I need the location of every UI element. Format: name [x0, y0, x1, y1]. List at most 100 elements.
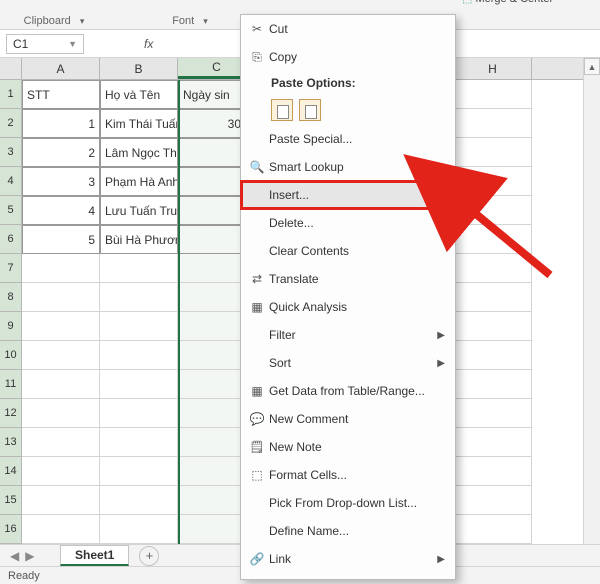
menu-label: Clear Contents — [269, 244, 349, 258]
row-header[interactable]: 5 — [0, 196, 22, 225]
col-header-B[interactable]: B — [100, 58, 178, 79]
add-sheet-button[interactable]: + — [139, 546, 159, 566]
paste-icon[interactable] — [271, 99, 293, 121]
tab-prev-icon[interactable]: ◀ — [10, 549, 19, 563]
row-header[interactable]: 13 — [0, 428, 22, 457]
paste-values-icon[interactable] — [299, 99, 321, 121]
cell[interactable] — [100, 515, 178, 544]
cell[interactable] — [454, 341, 532, 370]
cell[interactable] — [22, 312, 100, 341]
row-header[interactable]: 3 — [0, 138, 22, 167]
row-header[interactable]: 2 — [0, 109, 22, 138]
menu-quick-analysis[interactable]: ▦ Quick Analysis — [241, 293, 455, 321]
cell[interactable] — [22, 254, 100, 283]
menu-smart-lookup[interactable]: 🔍 Smart Lookup — [241, 153, 455, 181]
merge-center-button[interactable]: ⬚ Merge & Center — [462, 0, 553, 5]
tab-nav[interactable]: ◀ ▶ — [0, 549, 60, 563]
chevron-right-icon: ▶ — [437, 358, 445, 369]
cell[interactable] — [22, 341, 100, 370]
name-box[interactable]: C1 ▼ — [6, 34, 84, 54]
cell-B4[interactable]: Phạm Hà Anh — [100, 167, 178, 196]
menu-cut[interactable]: ✂ Cut — [241, 15, 455, 43]
cell-A4[interactable]: 3 — [22, 167, 100, 196]
cell[interactable] — [454, 225, 532, 254]
row-header[interactable]: 4 — [0, 167, 22, 196]
cell-A1[interactable]: STT — [22, 80, 100, 109]
cell[interactable] — [454, 515, 532, 544]
cell[interactable] — [100, 370, 178, 399]
menu-new-comment[interactable]: 💬 New Comment — [241, 405, 455, 433]
cell[interactable] — [22, 370, 100, 399]
cell[interactable] — [454, 457, 532, 486]
cell-A6[interactable]: 5 — [22, 225, 100, 254]
cell[interactable] — [100, 399, 178, 428]
row-header[interactable]: 7 — [0, 254, 22, 283]
cell[interactable] — [100, 283, 178, 312]
col-header-H[interactable]: H — [454, 58, 532, 79]
menu-clear-contents[interactable]: Clear Contents — [241, 237, 455, 265]
cell[interactable] — [100, 428, 178, 457]
menu-pick-dropdown[interactable]: Pick From Drop-down List... — [241, 489, 455, 517]
cell[interactable] — [22, 486, 100, 515]
cell[interactable] — [454, 428, 532, 457]
cell[interactable] — [454, 283, 532, 312]
cell[interactable] — [454, 399, 532, 428]
vertical-scrollbar[interactable]: ▲ — [583, 58, 600, 544]
select-all-corner[interactable] — [0, 58, 22, 79]
cell-B2[interactable]: Kim Thái Tuấn — [100, 109, 178, 138]
row-header[interactable]: 15 — [0, 486, 22, 515]
row-header[interactable]: 12 — [0, 399, 22, 428]
analysis-icon: ▦ — [245, 300, 269, 314]
row-header[interactable]: 16 — [0, 515, 22, 544]
row-header[interactable]: 8 — [0, 283, 22, 312]
cell[interactable] — [100, 254, 178, 283]
cell[interactable] — [454, 138, 532, 167]
menu-sort[interactable]: Sort ▶ — [241, 349, 455, 377]
cell-B6[interactable]: Bùi Hà Phương — [100, 225, 178, 254]
cell-A3[interactable]: 2 — [22, 138, 100, 167]
row-header[interactable]: 10 — [0, 341, 22, 370]
cell[interactable] — [22, 283, 100, 312]
cell[interactable] — [100, 486, 178, 515]
menu-filter[interactable]: Filter ▶ — [241, 321, 455, 349]
cell-A2[interactable]: 1 — [22, 109, 100, 138]
row-header[interactable]: 1 — [0, 80, 22, 109]
cell[interactable] — [454, 80, 532, 109]
cell[interactable] — [454, 254, 532, 283]
scroll-up-button[interactable]: ▲ — [584, 58, 600, 75]
cell[interactable] — [454, 109, 532, 138]
cell-B1[interactable]: Họ và Tên — [100, 80, 178, 109]
cell-B3[interactable]: Lâm Ngọc Thy — [100, 138, 178, 167]
menu-insert[interactable]: Insert... — [241, 181, 471, 209]
cell[interactable] — [100, 312, 178, 341]
cell[interactable] — [100, 457, 178, 486]
menu-link[interactable]: 🔗 Link ▶ — [241, 545, 455, 573]
menu-define-name[interactable]: Define Name... — [241, 517, 455, 545]
row-header[interactable]: 9 — [0, 312, 22, 341]
menu-format-cells[interactable]: ⬚ Format Cells... — [241, 461, 455, 489]
col-header-A[interactable]: A — [22, 58, 100, 79]
fx-label[interactable]: fx — [144, 37, 153, 51]
menu-paste-special[interactable]: Paste Special... — [241, 125, 455, 153]
cell-A5[interactable]: 4 — [22, 196, 100, 225]
menu-delete[interactable]: Delete... — [241, 209, 455, 237]
cell[interactable] — [22, 399, 100, 428]
cell[interactable] — [22, 515, 100, 544]
row-header[interactable]: 6 — [0, 225, 22, 254]
cell[interactable] — [454, 486, 532, 515]
cell-B5[interactable]: Lưu Tuấn Trung — [100, 196, 178, 225]
row-header[interactable]: 11 — [0, 370, 22, 399]
menu-copy[interactable]: ⎘ Copy — [241, 43, 455, 71]
menu-new-note[interactable]: 🗒 New Note — [241, 433, 455, 461]
group-font: Font ▾ — [150, 15, 230, 27]
cell[interactable] — [100, 341, 178, 370]
tab-next-icon[interactable]: ▶ — [25, 549, 34, 563]
cell[interactable] — [22, 457, 100, 486]
row-header[interactable]: 14 — [0, 457, 22, 486]
cell[interactable] — [454, 312, 532, 341]
cell[interactable] — [454, 370, 532, 399]
menu-get-data[interactable]: ▦ Get Data from Table/Range... — [241, 377, 455, 405]
cell[interactable] — [22, 428, 100, 457]
menu-translate[interactable]: ⇄ Translate — [241, 265, 455, 293]
sheet-tab-1[interactable]: Sheet1 — [60, 545, 129, 566]
